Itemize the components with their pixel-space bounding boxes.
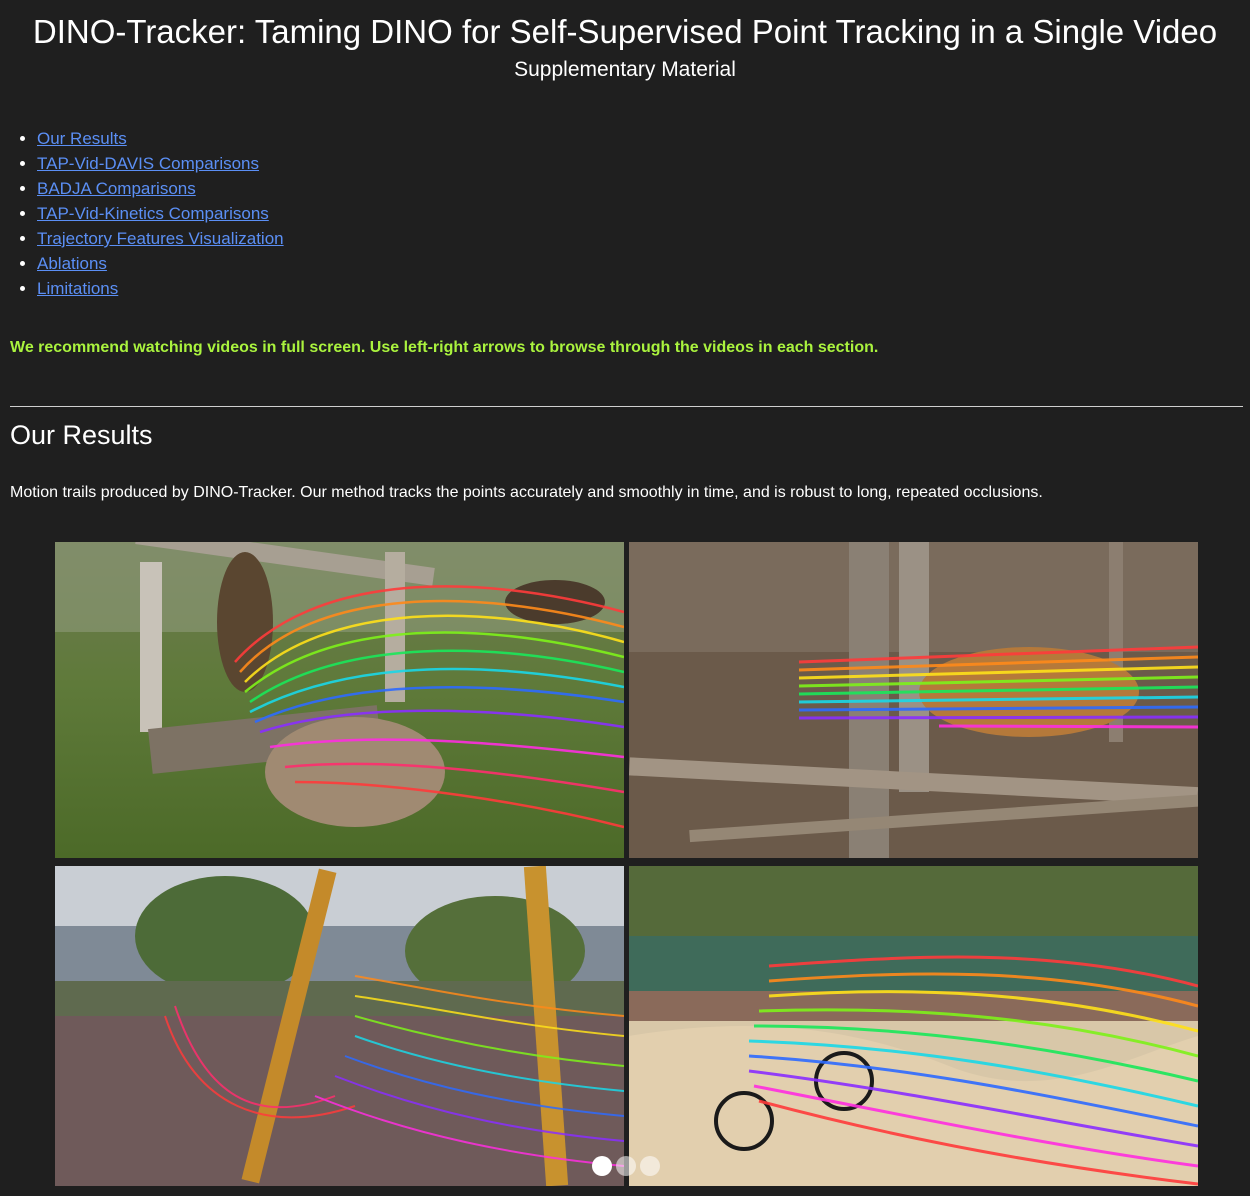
toc-link-ablations[interactable]: Ablations xyxy=(37,254,107,273)
video-frame-kangaroo-icon xyxy=(55,542,624,858)
toc-link-tap-vid-davis[interactable]: TAP-Vid-DAVIS Comparisons xyxy=(37,154,259,173)
page-title: DINO-Tracker: Taming DINO for Self-Super… xyxy=(32,13,1218,50)
video-frame-tiger-icon xyxy=(629,542,1198,858)
video-tiger[interactable] xyxy=(629,542,1198,858)
section-title: Our Results xyxy=(10,420,153,450)
video-frame-bmx-icon xyxy=(629,866,1198,1186)
carousel-dot-2[interactable] xyxy=(616,1156,636,1176)
carousel-dot-3[interactable] xyxy=(640,1156,660,1176)
page-subtitle: Supplementary Material xyxy=(514,58,736,81)
toc-link-tap-vid-kinetics[interactable]: TAP-Vid-Kinetics Comparisons xyxy=(37,204,269,223)
video-swing[interactable] xyxy=(55,866,624,1186)
toc-item: Ablations xyxy=(37,251,284,276)
video-kangaroo[interactable] xyxy=(55,542,624,858)
section-divider xyxy=(10,406,1243,407)
video-carousel[interactable] xyxy=(55,542,1198,1186)
video-frame-swing-icon xyxy=(55,866,624,1186)
toc-item: TAP-Vid-Kinetics Comparisons xyxy=(37,201,284,226)
section-description: Motion trails produced by DINO-Tracker. … xyxy=(10,484,1043,501)
toc-item: TAP-Vid-DAVIS Comparisons xyxy=(37,151,284,176)
video-bmx[interactable] xyxy=(629,866,1198,1186)
fullscreen-notice: We recommend watching videos in full scr… xyxy=(10,339,879,356)
toc-item: BADJA Comparisons xyxy=(37,176,284,201)
carousel-dot-1[interactable] xyxy=(592,1156,612,1176)
toc-link-limitations[interactable]: Limitations xyxy=(37,279,118,298)
table-of-contents: Our Results TAP-Vid-DAVIS Comparisons BA… xyxy=(0,126,284,301)
toc-link-trajectory-features[interactable]: Trajectory Features Visualization xyxy=(37,229,284,248)
toc-link-badja[interactable]: BADJA Comparisons xyxy=(37,179,196,198)
toc-item: Trajectory Features Visualization xyxy=(37,226,284,251)
toc-item: Limitations xyxy=(37,276,284,301)
toc-link-our-results[interactable]: Our Results xyxy=(37,129,127,148)
toc-item: Our Results xyxy=(37,126,284,151)
